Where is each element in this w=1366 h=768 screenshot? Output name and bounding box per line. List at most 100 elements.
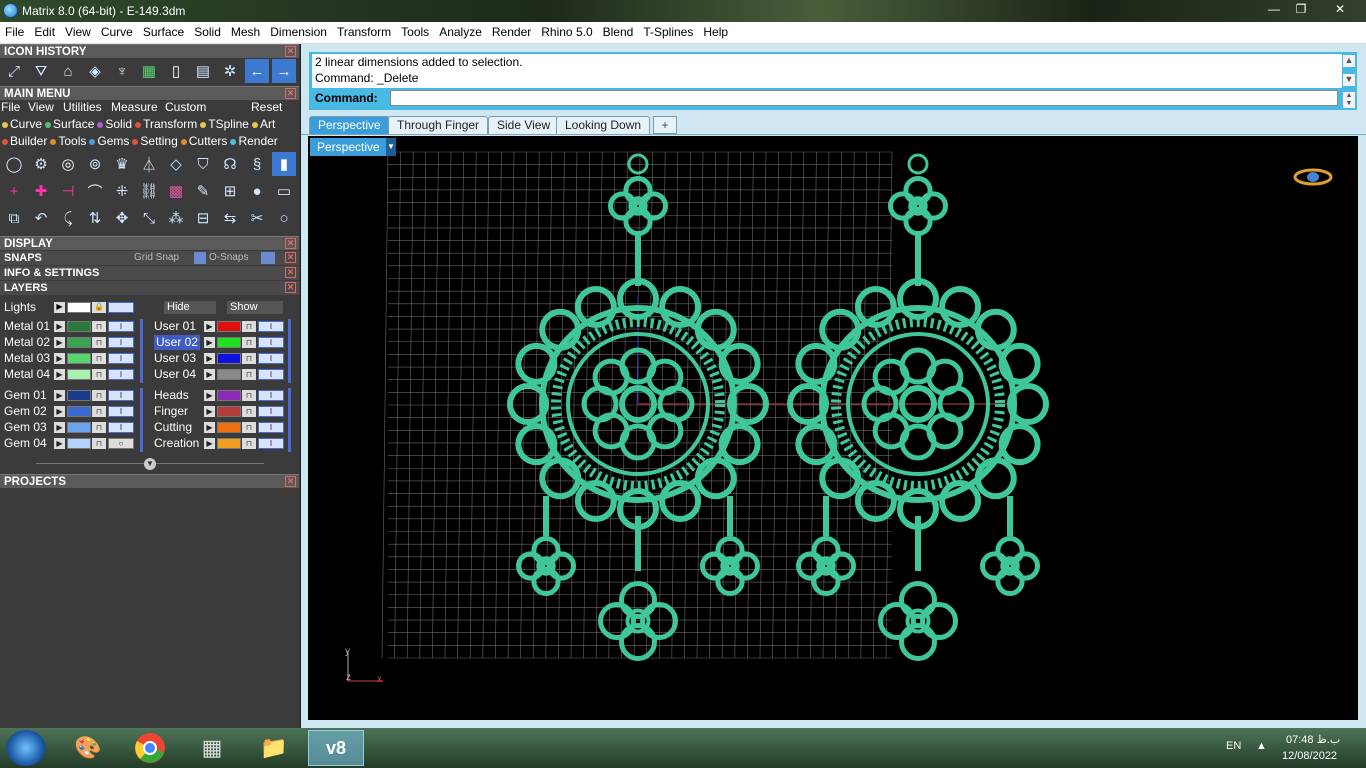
tray-expand-icon[interactable]: ▲ bbox=[1256, 740, 1267, 752]
projects-header[interactable]: PROJECTS ✕ bbox=[0, 474, 299, 488]
visibility-toggle[interactable]: I bbox=[258, 337, 284, 348]
flip-icon[interactable]: ⇆ bbox=[218, 206, 242, 230]
chevron-down-icon[interactable]: ▼ bbox=[386, 138, 396, 156]
menu-edit[interactable]: Edit bbox=[29, 22, 60, 43]
layer-color[interactable] bbox=[217, 337, 241, 348]
expand-arrow-icon[interactable]: ▶ bbox=[54, 422, 65, 433]
layer-color[interactable] bbox=[217, 422, 241, 433]
layer-color[interactable] bbox=[217, 321, 241, 332]
ring-navigator-icon[interactable] bbox=[1293, 166, 1333, 188]
lock-icon[interactable]: ⊓ bbox=[92, 422, 106, 433]
visibility-toggle[interactable]: I bbox=[258, 438, 284, 449]
expand-arrow-icon[interactable]: ▶ bbox=[54, 390, 65, 401]
grid-icon[interactable]: ▦ bbox=[137, 59, 161, 83]
expand-arrow-icon[interactable]: ▶ bbox=[204, 337, 215, 348]
cat-solid[interactable]: Solid bbox=[97, 117, 132, 131]
tab-through-finger[interactable]: Through Finger bbox=[388, 116, 489, 134]
mm-reset[interactable]: Reset bbox=[251, 100, 282, 114]
bezel-icon[interactable]: ⊚ bbox=[83, 152, 107, 176]
menu-render[interactable]: Render bbox=[487, 22, 536, 43]
close-icon[interactable]: ✕ bbox=[285, 476, 296, 487]
menu-dimension[interactable]: Dimension bbox=[265, 22, 332, 43]
layer-row[interactable]: Gem 02 ▶ ⊓ I bbox=[0, 404, 148, 419]
close-icon[interactable]: ✕ bbox=[285, 282, 296, 293]
main-menu-header[interactable]: MAIN MENU ✕ bbox=[0, 86, 299, 100]
cat-render[interactable]: Render bbox=[230, 134, 278, 148]
windows-start-icon[interactable] bbox=[6, 730, 46, 766]
lock-icon[interactable]: ⊓ bbox=[242, 422, 256, 433]
command-input[interactable] bbox=[390, 90, 1338, 106]
tab-side-view[interactable]: Side View bbox=[488, 116, 560, 134]
visibility-toggle[interactable]: I bbox=[108, 369, 134, 380]
viewport-label[interactable]: Perspective ▼ bbox=[310, 138, 396, 156]
back-arrow-icon[interactable]: ← bbox=[245, 59, 269, 83]
pattern-tool-icon[interactable]: ▩ bbox=[164, 179, 188, 203]
layers-header[interactable]: LAYERS ✕ bbox=[0, 281, 299, 295]
menu-surface[interactable]: Surface bbox=[138, 22, 189, 43]
polyline-icon[interactable]: ⤢ bbox=[2, 59, 26, 83]
lock-icon[interactable]: ⊓ bbox=[92, 390, 106, 401]
layer-row[interactable]: User 04 ▶ ⊓ I bbox=[150, 367, 298, 382]
info-settings-header[interactable]: INFO & SETTINGS ✕ bbox=[0, 266, 299, 280]
menu-tools[interactable]: Tools bbox=[396, 22, 434, 43]
layer-color[interactable] bbox=[217, 369, 241, 380]
visibility-toggle[interactable]: I bbox=[108, 321, 134, 332]
layer-color[interactable] bbox=[67, 390, 91, 401]
close-icon[interactable]: ✕ bbox=[285, 238, 296, 249]
layer-row[interactable]: Cutting ▶ ⊓ I bbox=[150, 420, 298, 435]
pattern-icon[interactable]: ✲ bbox=[218, 59, 242, 83]
clock-date[interactable]: 12/08/2022 bbox=[1282, 750, 1337, 762]
visibility-toggle[interactable]: I bbox=[108, 406, 134, 417]
menu-rhino[interactable]: Rhino 5.0 bbox=[536, 22, 597, 43]
menu-transform[interactable]: Transform bbox=[332, 22, 396, 43]
menu-tsplines[interactable]: T-Splines bbox=[638, 22, 698, 43]
icon-history-header[interactable]: ICON HISTORY ✕ bbox=[0, 44, 299, 58]
calculator-app-icon[interactable]: ▦ bbox=[184, 730, 240, 766]
language-indicator[interactable]: EN bbox=[1226, 740, 1241, 752]
mm-measure[interactable]: Measure bbox=[111, 100, 158, 114]
visibility-toggle[interactable]: I bbox=[258, 353, 284, 364]
expand-arrow-icon[interactable]: ▶ bbox=[204, 321, 215, 332]
layer-color[interactable] bbox=[67, 353, 91, 364]
expand-arrow-icon[interactable]: ▶ bbox=[204, 438, 215, 449]
menu-analyze[interactable]: Analyze bbox=[434, 22, 487, 43]
close-icon[interactable]: ✕ bbox=[285, 46, 296, 57]
tab-perspective[interactable]: Perspective bbox=[309, 116, 390, 134]
layer-color[interactable] bbox=[217, 406, 241, 417]
spray-icon[interactable]: ⁂ bbox=[164, 206, 188, 230]
expand-arrow-icon[interactable]: ▶ bbox=[54, 369, 65, 380]
expand-arrow-icon[interactable]: ▶ bbox=[54, 321, 65, 332]
layer-row[interactable]: Creation ▶ ⊓ I bbox=[150, 436, 298, 451]
lock-icon[interactable]: ⊓ bbox=[92, 321, 106, 332]
cat-art[interactable]: Art bbox=[251, 117, 275, 131]
add-curve-icon[interactable]: ✚ bbox=[29, 179, 53, 203]
cat-curve[interactable]: Curve bbox=[2, 117, 42, 131]
cone-icon[interactable]: ⏃ bbox=[137, 152, 161, 176]
expand-arrow-icon[interactable]: ▶ bbox=[54, 353, 65, 364]
layer-color[interactable] bbox=[67, 337, 91, 348]
collapse-icon[interactable]: ▼ bbox=[144, 458, 156, 470]
cat-setting[interactable]: Setting bbox=[132, 134, 178, 148]
menu-mesh[interactable]: Mesh bbox=[226, 22, 265, 43]
cut-icon[interactable]: ✂ bbox=[245, 206, 269, 230]
curve-arc-icon[interactable]: ↶ bbox=[29, 206, 53, 230]
small-toggle-icon[interactable]: ▭ bbox=[272, 179, 296, 203]
visibility-toggle[interactable]: ○ bbox=[108, 438, 134, 449]
cat-tspline[interactable]: TSpline bbox=[200, 117, 249, 131]
layer-row[interactable]: Metal 04 ▶ ⊓ I bbox=[0, 367, 148, 382]
forward-arrow-icon[interactable]: → bbox=[272, 59, 296, 83]
lock-icon[interactable]: ⊓ bbox=[242, 321, 256, 332]
crown-icon[interactable]: ♛ bbox=[110, 152, 134, 176]
osnaps-toggle[interactable]: O-Snaps bbox=[209, 252, 248, 264]
bail-icon[interactable]: ☊ bbox=[218, 152, 242, 176]
visibility-toggle[interactable]: I bbox=[108, 422, 134, 433]
visibility-toggle[interactable]: I bbox=[108, 337, 134, 348]
menu-help[interactable]: Help bbox=[698, 22, 733, 43]
ring-wizard-icon[interactable]: ⚙ bbox=[29, 152, 53, 176]
layer-row[interactable]: Metal 01 ▶ ⊓ I bbox=[0, 319, 148, 334]
twist-icon[interactable]: § bbox=[245, 152, 269, 176]
perspective-viewport[interactable]: Perspective ▼ y x z bbox=[308, 136, 1358, 720]
dash-curve-icon[interactable]: ⊣ bbox=[56, 179, 80, 203]
mm-view[interactable]: View bbox=[28, 100, 54, 114]
close-icon[interactable]: ✕ bbox=[285, 267, 296, 278]
